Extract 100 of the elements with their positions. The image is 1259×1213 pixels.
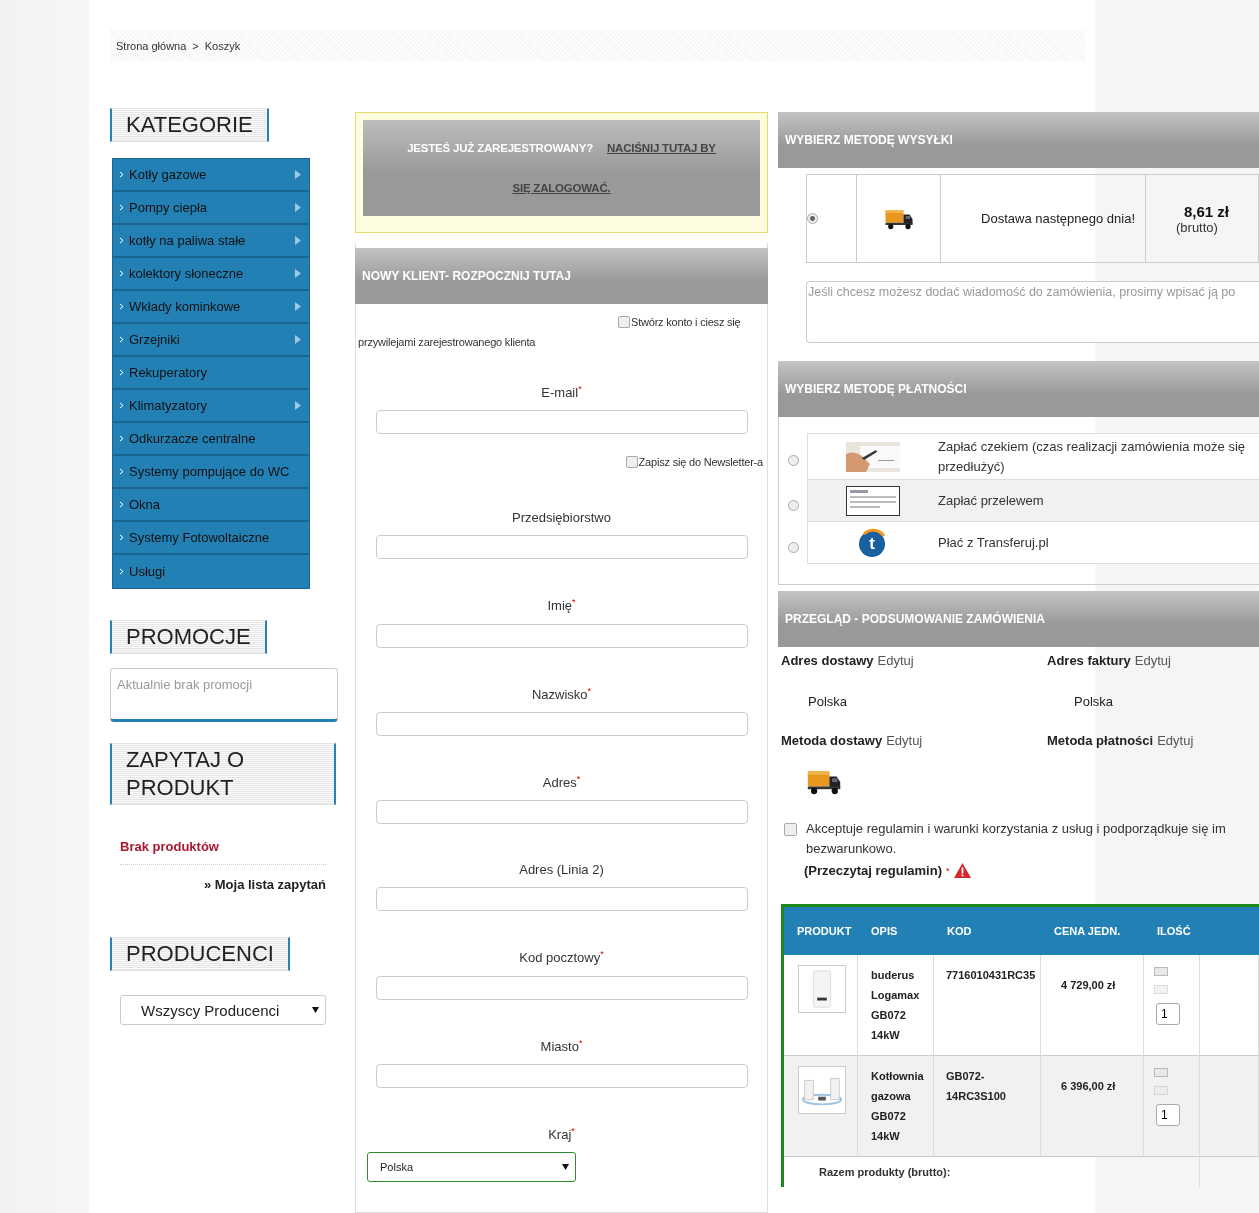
radio-button[interactable]	[807, 213, 818, 224]
category-item[interactable]: Systemy Fotowoltaiczne	[113, 522, 309, 555]
chevron-icon	[119, 402, 124, 409]
category-item[interactable]: Wkłady kominkowe	[113, 291, 309, 324]
payment-label: Zapłać przelewem	[938, 491, 1045, 510]
checkbox[interactable]	[625, 456, 638, 469]
radio-button[interactable]	[787, 541, 799, 553]
section-title: KATEGORIE	[110, 108, 269, 142]
payment-option[interactable]: t Płać z Transferuj.pl	[807, 522, 1259, 564]
text-field[interactable]	[375, 623, 748, 648]
checkbox-label[interactable]: Zapisz się do Newsletter-a	[356, 434, 767, 473]
category-label: Pompy ciepła	[129, 200, 209, 215]
category-label: Systemy Fotowoltaiczne	[129, 530, 271, 545]
login-link[interactable]: NACIŚNIJ TUTAJ BY	[607, 128, 716, 168]
category-label: kotły na paliwa stałe	[129, 233, 247, 248]
summary-value: Polska	[1074, 694, 1115, 709]
chevron-icon	[119, 468, 124, 475]
submenu-arrow-icon	[295, 269, 301, 278]
table-cell: Kotłownia gazowa GB072 14kW	[858, 1056, 934, 1157]
field-label: Miasto$^{*}$	[540, 1037, 583, 1054]
quantity-field[interactable]: 1	[1156, 1104, 1180, 1126]
field-label: E-mail$^{*}$	[541, 384, 582, 401]
summary-label: Metoda płatności	[1047, 733, 1154, 748]
chevron-icon	[119, 435, 124, 442]
category-item[interactable]: Pompy ciepła	[113, 192, 309, 225]
radio-button[interactable]	[787, 455, 799, 466]
category-item[interactable]: Rekuperatory	[113, 357, 309, 390]
message-field[interactable]: Jeśli chcesz możesz dodać wiadomość do zamówienia, prosimy wpisać ją po	[806, 281, 1259, 343]
checkbox-label[interactable]: Stwórz konto i ciesz się przywilejami zarejestrowanego klienta	[356, 304, 767, 352]
category-item[interactable]: kotły na paliwa stałe	[113, 225, 309, 258]
minus-button[interactable]	[1154, 985, 1168, 994]
checkbox[interactable]	[618, 316, 630, 328]
minus-button[interactable]	[1154, 1086, 1168, 1095]
shipping-name: Dostawa następnego dnia!	[981, 211, 1135, 226]
text-field[interactable]	[375, 535, 748, 560]
radio-button[interactable]	[787, 499, 799, 511]
chevron-icon	[119, 171, 124, 178]
breadcrumb-separator: >	[192, 39, 199, 52]
chevron-icon	[119, 204, 124, 211]
caret-icon	[312, 1007, 319, 1013]
chevron-icon	[119, 568, 124, 575]
field-label: Nazwisko$^{*}$	[531, 685, 592, 702]
table-cell: 4 729,00 zł	[1041, 955, 1144, 1056]
text-field[interactable]	[375, 975, 748, 1000]
inquiry-list-link[interactable]: » Moja lista zapytań	[203, 877, 326, 892]
payment-option[interactable]: Zapłać przelewem	[807, 480, 1259, 522]
total-label: Razem produkty (brutto):	[784, 1157, 1200, 1187]
plus-button[interactable]	[1154, 1068, 1168, 1077]
chevron-icon	[119, 336, 124, 343]
column-header: OPIS	[858, 907, 934, 955]
submenu-arrow-icon	[295, 170, 301, 179]
submenu-arrow-icon	[295, 302, 301, 311]
chevron-icon	[119, 270, 124, 277]
category-item[interactable]: Okna	[113, 489, 309, 522]
submenu-arrow-icon	[295, 203, 301, 212]
chevron-icon	[119, 303, 124, 310]
country-select[interactable]: Polska	[367, 1152, 576, 1183]
promotions-text: Aktualnie brak promocji	[110, 668, 338, 722]
price-note: (brutto)	[1176, 219, 1218, 235]
text-field[interactable]	[375, 712, 748, 736]
category-item[interactable]: Klimatyzatory	[113, 390, 309, 423]
table-cell: GB072-14RC3S100	[934, 1056, 1041, 1157]
field-label: Adres$^{*}$	[542, 774, 581, 791]
breadcrumb-link[interactable]: Strona główna	[116, 39, 187, 52]
category-item[interactable]: Systemy pompujące do WC	[113, 456, 309, 489]
section-header: PRZEGLĄD - PODSUMOWANIE ZAMÓWIENIA	[778, 591, 1259, 647]
chevron-icon	[119, 369, 124, 376]
checkbox[interactable]	[784, 823, 797, 836]
terms-link[interactable]: (Przeczytaj regulamin)	[804, 863, 942, 878]
edit-link[interactable]: Edytuj	[886, 733, 923, 748]
column-header: CENA JEDN.	[1041, 907, 1144, 955]
transferuj-logo: t	[858, 527, 888, 558]
section-title: PROMOCJE	[110, 620, 267, 654]
breadcrumb-link[interactable]: Koszyk	[204, 39, 241, 52]
field-label: Przedsiębiorstwo	[512, 510, 611, 526]
text-field[interactable]	[375, 410, 748, 435]
text-field[interactable]	[375, 1063, 748, 1088]
field-label: Adres (Linia 2)	[519, 862, 604, 878]
category-item[interactable]: kolektory słoneczne	[113, 258, 309, 291]
quantity-field[interactable]: 1	[1156, 1003, 1180, 1025]
chevron-icon	[119, 237, 124, 244]
edit-link[interactable]: Edytuj	[877, 653, 914, 668]
payment-label: Płać z Transferuj.pl	[938, 533, 1050, 552]
payment-option[interactable]: Zapłać czekiem (czas realizacji zamówienia może się przedłużyć)	[807, 433, 1259, 480]
producer-select[interactable]: Wszyscy Producenci	[120, 995, 326, 1025]
text-field[interactable]	[375, 887, 748, 912]
column-header: ILOŚĆ	[1144, 907, 1200, 955]
table-cell: 7716010431RC35	[934, 955, 1041, 1056]
plus-button[interactable]	[1154, 967, 1168, 976]
required-mark: *	[946, 865, 950, 876]
category-item[interactable]: Odkurzacze centralne	[113, 423, 309, 456]
edit-link[interactable]: Edytuj	[1134, 653, 1171, 668]
chevron-icon	[119, 501, 124, 508]
text-field[interactable]	[375, 800, 748, 825]
category-item[interactable]: Kotły gazowe	[113, 159, 309, 192]
terms-text: Akceptuje regulamin i warunki korzystania z usług i podporządkuje się im bezwarunkowo.	[806, 820, 1227, 858]
edit-link[interactable]: Edytuj	[1157, 733, 1194, 748]
table-cell: 6 396,00 zł	[1041, 1056, 1144, 1157]
category-item[interactable]: Usługi	[113, 555, 309, 588]
category-item[interactable]: Grzejniki	[113, 324, 309, 357]
